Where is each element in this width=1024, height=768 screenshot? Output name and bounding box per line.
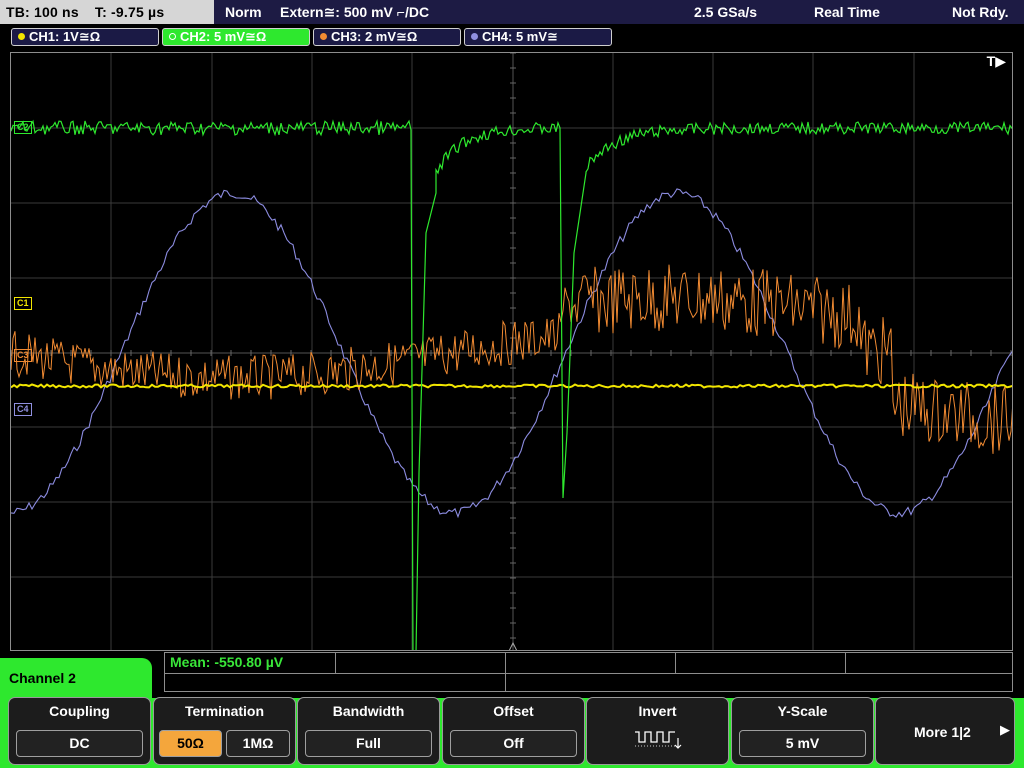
measurement-cell: [335, 653, 336, 673]
timebase-value: TB: 100 ns: [6, 4, 79, 20]
acquisition-mode[interactable]: Real Time: [814, 0, 880, 24]
measurement-divider: [505, 673, 506, 692]
offset-value[interactable]: Off: [450, 730, 577, 757]
tab-ch1[interactable]: CH1: 1V≅Ω: [11, 28, 159, 46]
waveform-grid: [11, 53, 1012, 650]
ch4-offset-marker[interactable]: C4: [14, 403, 32, 416]
more-label: More 1|2: [914, 724, 971, 740]
ch1-offset-marker[interactable]: C1: [14, 297, 32, 310]
invert-softkey[interactable]: Invert: [586, 697, 729, 765]
measurement-row: Mean: -550.80 µV: [165, 653, 1012, 674]
ch4-label: CH4: 5 mV≅: [482, 29, 558, 44]
readiness-status: Not Rdy.: [952, 4, 1009, 20]
ch2-label: CH2: 5 mV≅Ω: [180, 29, 267, 44]
next-page-icon: ▶: [1000, 722, 1010, 737]
ch4-dot-icon: [471, 33, 478, 40]
ch1-dot-icon: [18, 33, 25, 40]
ch3-dot-icon: [320, 33, 327, 40]
status-bar: TB: 100 ns T: -9.75 µs Norm Extern≅: 500…: [0, 0, 1024, 24]
yscale-title: Y-Scale: [777, 703, 828, 719]
trigger-time-value: T: -9.75 µs: [94, 4, 165, 20]
measurement-cell: [845, 653, 846, 673]
termination-softkey[interactable]: Termination 50Ω 1MΩ: [153, 697, 296, 765]
trigger-mode[interactable]: Norm: [225, 0, 262, 24]
timebase-box[interactable]: TB: 100 ns T: -9.75 µs: [0, 0, 214, 24]
measurement-cell: [675, 653, 676, 673]
termination-title: Termination: [184, 703, 265, 719]
bandwidth-softkey[interactable]: Bandwidth Full: [297, 697, 440, 765]
invert-waveform-icon: [635, 731, 682, 749]
ch2-dot-icon: [169, 33, 176, 40]
measurement-panel: Mean: -550.80 µV: [164, 652, 1013, 692]
ch3-label: CH3: 2 mV≅Ω: [331, 29, 418, 44]
ch2-offset-marker[interactable]: C2: [14, 121, 32, 134]
tab-ch4[interactable]: CH4: 5 mV≅: [464, 28, 612, 46]
measurement-cell: [505, 653, 506, 673]
bandwidth-value[interactable]: Full: [305, 730, 432, 757]
coupling-value[interactable]: DC: [16, 730, 143, 757]
termination-1m-option[interactable]: 1MΩ: [226, 730, 290, 757]
offset-title: Offset: [493, 703, 534, 719]
coupling-title: Coupling: [49, 703, 110, 719]
ch3-offset-marker[interactable]: C3: [14, 349, 32, 362]
mean-measurement[interactable]: Mean: -550.80 µV: [170, 654, 283, 670]
waveform-display[interactable]: T▶ C1 C3 C4 C2: [10, 52, 1013, 651]
termination-50-option[interactable]: 50Ω: [159, 730, 222, 757]
tab-ch2[interactable]: CH2: 5 mV≅Ω: [162, 28, 310, 46]
yscale-value[interactable]: 5 mV: [739, 730, 866, 757]
invert-title: Invert: [638, 703, 677, 719]
sample-rate: 2.5 GSa/s: [694, 4, 758, 20]
offset-softkey[interactable]: Offset Off: [442, 697, 585, 765]
more-softkey[interactable]: More 1|2 ▶: [875, 697, 1015, 765]
ch1-label: CH1: 1V≅Ω: [29, 29, 101, 44]
tab-ch3[interactable]: CH3: 2 mV≅Ω: [313, 28, 461, 46]
yscale-softkey[interactable]: Y-Scale 5 mV: [731, 697, 874, 765]
trigger-position-indicator: T▶: [986, 53, 1006, 69]
menu-title: Channel 2: [0, 658, 152, 698]
coupling-softkey[interactable]: Coupling DC: [8, 697, 151, 765]
bandwidth-title: Bandwidth: [332, 703, 405, 719]
ch1-trace: [11, 383, 1012, 389]
trigger-source[interactable]: Extern≅: 500 mV ⌐/DC: [280, 0, 429, 24]
